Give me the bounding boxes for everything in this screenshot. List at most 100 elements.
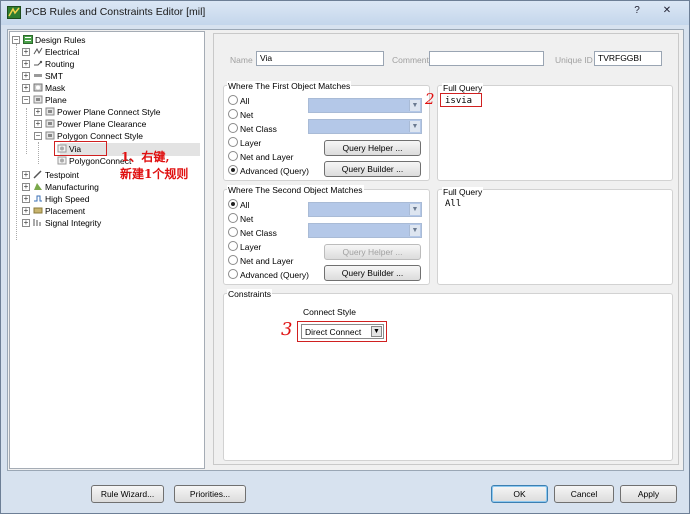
- close-button[interactable]: ✕: [656, 3, 678, 19]
- priorities-button[interactable]: Priorities...: [174, 485, 246, 503]
- tree-item-design-rules[interactable]: − Design Rules: [10, 34, 200, 46]
- first-radio-label: Layer: [240, 138, 262, 148]
- second-full-query-group: [437, 189, 673, 285]
- tree-item-routing[interactable]: + Routing: [10, 58, 200, 70]
- tree-item-power-plane-connect-style[interactable]: + Power Plane Connect Style: [10, 106, 200, 118]
- first-radio-net[interactable]: [228, 109, 238, 119]
- tree-item-smt[interactable]: + SMT: [10, 70, 200, 82]
- cancel-button[interactable]: Cancel: [554, 485, 614, 503]
- help-button[interactable]: ?: [626, 3, 648, 19]
- expand-icon[interactable]: +: [22, 72, 30, 80]
- second-radio-label: Net: [240, 214, 254, 224]
- unique-id-input[interactable]: TVRFGGBI: [594, 51, 662, 66]
- annotation-step-1-line2: 新建1个规则: [120, 167, 189, 181]
- plane-rule-icon: [45, 119, 55, 128]
- title-bar[interactable]: PCB Rules and Constraints Editor [mil] ?…: [1, 1, 689, 25]
- comment-input[interactable]: [429, 51, 544, 66]
- second-object-title: Where The Second Object Matches: [227, 185, 364, 195]
- tree-item-electrical[interactable]: + Electrical: [10, 46, 200, 58]
- expand-icon[interactable]: +: [22, 183, 30, 191]
- second-netclass-combo[interactable]: ▼: [308, 223, 422, 238]
- second-full-query-text[interactable]: All: [445, 199, 461, 209]
- second-radio-label: Layer: [240, 242, 262, 252]
- first-radio-net-class[interactable]: [228, 123, 238, 133]
- tree-item-high-speed[interactable]: + High Speed: [10, 193, 200, 205]
- electrical-icon: [33, 47, 43, 55]
- tree-item-label: Signal Integrity: [45, 218, 102, 228]
- first-radio-advanced[interactable]: [228, 165, 238, 175]
- second-radio-net-and-layer[interactable]: [228, 255, 238, 265]
- name-input[interactable]: Via: [256, 51, 384, 66]
- second-radio-label: Net Class: [240, 228, 277, 238]
- high-speed-icon: [34, 195, 42, 202]
- first-object-title: Where The First Object Matches: [227, 81, 352, 91]
- polygon-rule-icon: [45, 131, 55, 140]
- rule-wizard-button[interactable]: Rule Wizard...: [91, 485, 164, 503]
- chevron-down-icon[interactable]: ▼: [409, 121, 420, 132]
- tree-item-label: Power Plane Connect Style: [57, 107, 161, 117]
- expand-icon[interactable]: +: [34, 120, 42, 128]
- annotation-box-via: [54, 141, 107, 156]
- name-label: Name: [230, 55, 253, 65]
- second-radio-net[interactable]: [228, 213, 238, 223]
- testpoint-icon: [33, 170, 42, 179]
- collapse-icon[interactable]: −: [22, 96, 30, 104]
- tree-item-manufacturing[interactable]: + Manufacturing: [10, 181, 200, 193]
- first-netclass-combo[interactable]: ▼: [308, 119, 422, 134]
- plane-rule-icon: [45, 107, 55, 116]
- unique-id-label: Unique ID: [555, 55, 593, 65]
- expand-icon[interactable]: +: [22, 219, 30, 227]
- expand-icon[interactable]: +: [22, 60, 30, 68]
- second-radio-layer[interactable]: [228, 241, 238, 251]
- expand-icon[interactable]: +: [22, 84, 30, 92]
- smt-icon: [34, 74, 42, 77]
- second-radio-net-class[interactable]: [228, 227, 238, 237]
- tree-item-placement[interactable]: + Placement: [10, 205, 200, 217]
- second-net-combo[interactable]: ▼: [308, 202, 422, 217]
- second-radio-label: Advanced (Query): [240, 270, 309, 280]
- first-net-combo[interactable]: ▼: [308, 98, 422, 113]
- constraints-title: Constraints: [227, 289, 272, 299]
- apply-button[interactable]: Apply: [620, 485, 677, 503]
- first-query-helper-button[interactable]: Query Helper ...: [324, 140, 421, 156]
- chevron-down-icon[interactable]: ▼: [409, 100, 420, 111]
- second-radio-advanced[interactable]: [228, 269, 238, 279]
- connect-style-label: Connect Style: [303, 307, 356, 317]
- tree-item-power-plane-clearance[interactable]: + Power Plane Clearance: [10, 118, 200, 130]
- ok-button[interactable]: OK: [491, 485, 548, 503]
- expand-icon[interactable]: +: [22, 207, 30, 215]
- tree-item-signal-integrity[interactable]: + Signal Integrity: [10, 217, 200, 229]
- collapse-icon[interactable]: −: [34, 132, 42, 140]
- second-radio-all[interactable]: [228, 199, 238, 209]
- expand-icon[interactable]: +: [22, 48, 30, 56]
- collapse-icon[interactable]: −: [12, 36, 20, 44]
- chevron-down-icon[interactable]: ▼: [409, 204, 420, 215]
- expand-icon[interactable]: +: [34, 108, 42, 116]
- tree-item-mask[interactable]: + Mask: [10, 82, 200, 94]
- second-query-builder-button[interactable]: Query Builder ...: [324, 265, 421, 281]
- tree-item-label: Placement: [45, 206, 86, 216]
- chevron-down-icon[interactable]: ▼: [409, 225, 420, 236]
- first-radio-label: Advanced (Query): [240, 166, 309, 176]
- first-radio-net-and-layer[interactable]: [228, 151, 238, 161]
- placement-icon: [33, 207, 43, 214]
- pcb-app-icon: [7, 6, 21, 19]
- mask-icon: [33, 83, 43, 92]
- tree-item-label: Manufacturing: [45, 182, 99, 192]
- rules-tree[interactable]: − Design Rules + Electrical + Routing + …: [9, 31, 205, 469]
- plane-icon: [33, 95, 43, 104]
- first-query-builder-button[interactable]: Query Builder ...: [324, 161, 421, 177]
- first-radio-layer[interactable]: [228, 137, 238, 147]
- tree-item-label: SMT: [45, 71, 63, 81]
- expand-icon[interactable]: +: [22, 195, 30, 203]
- tree-item-label: Mask: [45, 83, 66, 93]
- expand-icon[interactable]: +: [22, 171, 30, 179]
- tree-item-label: Plane: [45, 95, 67, 105]
- second-query-helper-button[interactable]: Query Helper ...: [324, 244, 421, 260]
- window-title: PCB Rules and Constraints Editor [mil]: [25, 6, 206, 18]
- first-radio-all[interactable]: [228, 95, 238, 105]
- tree-item-label: Electrical: [45, 47, 80, 57]
- design-rules-icon: [23, 35, 33, 44]
- tree-item-plane[interactable]: − Plane: [10, 94, 200, 106]
- first-radio-label: Net and Layer: [240, 152, 294, 162]
